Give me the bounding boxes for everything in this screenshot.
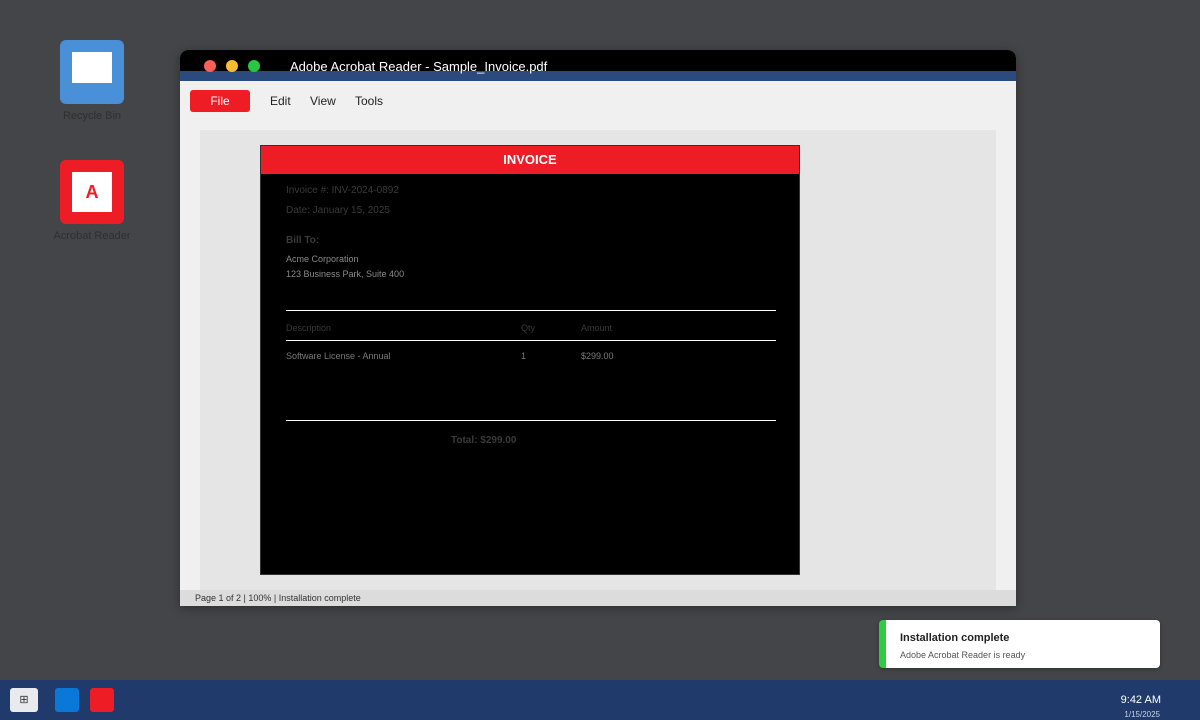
window-maximize-button[interactable] (248, 60, 260, 72)
window-title: Adobe Acrobat Reader - Sample_Invoice.pd… (290, 59, 548, 74)
table-header-qty: Qty (521, 323, 536, 333)
invoice-number: Invoice #: INV-2024-0892 (286, 185, 399, 196)
menu-view[interactable]: View (310, 90, 336, 112)
taskbar: ⊞ 9:42 AM 1/15/2025 (0, 680, 1200, 720)
acrobat-reader-icon: A (60, 160, 124, 224)
recycle-bin-icon (60, 40, 124, 104)
divider (286, 420, 776, 421)
divider (286, 310, 776, 311)
taskbar-acrobat-icon[interactable] (90, 688, 114, 712)
menu-bar: File Edit View Tools (180, 81, 1016, 120)
desktop-icon-recycle-bin[interactable]: Recycle Bin (52, 40, 132, 122)
table-header-description: Description (286, 323, 332, 333)
menu-edit[interactable]: Edit (270, 90, 291, 112)
start-button[interactable]: ⊞ (10, 688, 38, 712)
bill-to-address: 123 Business Park, Suite 400 (286, 269, 405, 279)
invoice-date: Date: January 15, 2025 (286, 205, 390, 216)
document-viewer[interactable]: INVOICE Invoice #: INV-2024-0892 Date: J… (200, 130, 996, 590)
clock-date[interactable]: 1/15/2025 (1124, 710, 1160, 719)
invoice-header: INVOICE (261, 146, 799, 174)
notification-toast[interactable]: Installation complete Adobe Acrobat Read… (879, 620, 1160, 668)
bill-to-name: Acme Corporation (286, 254, 359, 264)
divider (286, 340, 776, 341)
window-minimize-button[interactable] (226, 60, 238, 72)
menu-file-button[interactable]: File (190, 90, 250, 112)
table-cell-description: Software License - Annual (286, 351, 391, 361)
desktop-icon-label: Acrobat Reader (53, 230, 131, 242)
toast-body: Adobe Acrobat Reader is ready (900, 650, 1026, 660)
status-bar: Page 1 of 2 | 100% | Installation comple… (180, 590, 1016, 606)
invoice-total: Total: $299.00 (451, 435, 517, 446)
desktop-icon-acrobat-reader[interactable]: A Acrobat Reader (52, 160, 132, 242)
window-titlebar[interactable]: Adobe Acrobat Reader - Sample_Invoice.pd… (180, 50, 1016, 81)
table-cell-amount: $299.00 (581, 351, 614, 361)
table-cell-qty: 1 (521, 351, 527, 361)
menu-tools[interactable]: Tools (355, 90, 383, 112)
table-header-amount: Amount (581, 323, 613, 333)
toast-title: Installation complete (900, 632, 1010, 644)
document-page: INVOICE Invoice #: INV-2024-0892 Date: J… (260, 145, 800, 575)
clock-time[interactable]: 9:42 AM (1121, 694, 1161, 706)
window-close-button[interactable] (204, 60, 216, 72)
taskbar-app-icon[interactable] (55, 688, 79, 712)
acrobat-window: Adobe Acrobat Reader - Sample_Invoice.pd… (180, 50, 1016, 606)
desktop-icon-label: Recycle Bin (62, 110, 122, 122)
bill-to-label: Bill To: (286, 235, 320, 246)
